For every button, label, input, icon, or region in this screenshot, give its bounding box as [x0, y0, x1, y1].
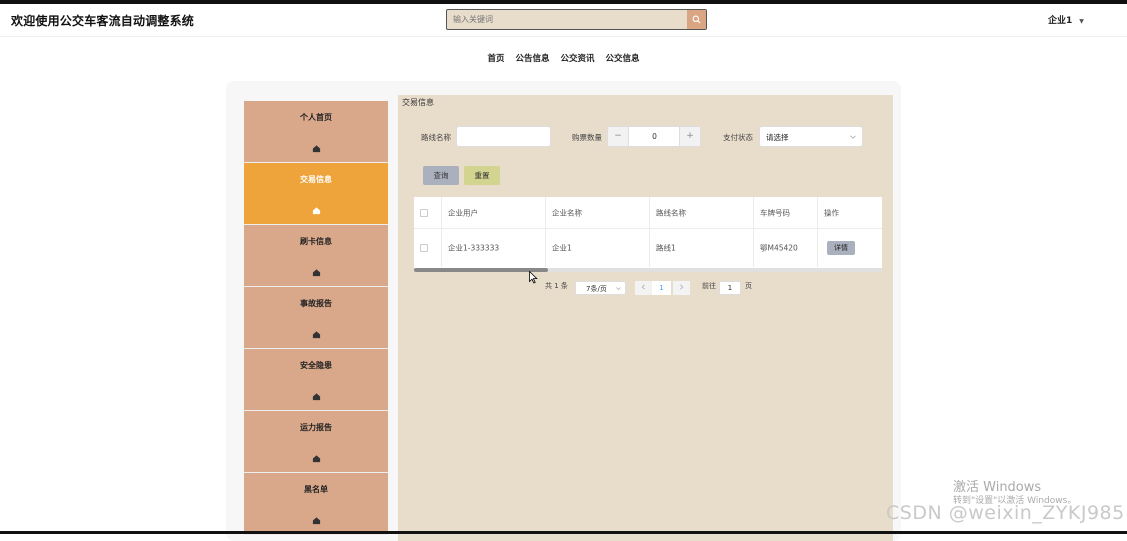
ticket-count-stepper: − 0 +	[607, 126, 701, 147]
site-title: 欢迎使用公交车客流自动调整系统	[11, 14, 195, 28]
search-button[interactable]	[687, 10, 706, 29]
header-cell: 企业用户	[442, 197, 546, 228]
sidebar-item-transactions[interactable]: 交易信息	[244, 163, 388, 225]
header-cell: 操作	[818, 197, 882, 228]
sidebar-item-blacklist[interactable]: 黑名单	[244, 473, 388, 535]
sidebar-item-label: 运力报告	[300, 423, 332, 432]
sidebar: 个人首页 交易信息 刷卡信息 事故报告 安全隐患 运力报告 黑名单	[244, 101, 388, 541]
cell-plate: 鄂M45420	[760, 243, 798, 253]
select-all-checkbox[interactable]	[420, 208, 428, 217]
page-size-select[interactable]: 7条/页	[575, 281, 626, 295]
user-name: 企业1	[1048, 16, 1073, 26]
page-size-value: 7条/页	[586, 285, 607, 293]
row-checkbox-cell	[414, 229, 442, 267]
nav-bus-news[interactable]: 公交资讯	[560, 54, 594, 64]
sidebar-item-label: 事故报告	[300, 299, 332, 308]
payment-status-label: 支付状态	[723, 133, 753, 142]
sidebar-item-label: 交易信息	[300, 175, 332, 184]
column-header: 操作	[824, 208, 839, 217]
search-icon	[692, 15, 701, 24]
cell-user: 企业1-333333	[448, 243, 500, 253]
cell-company: 企业1	[552, 243, 572, 253]
sidebar-item-label: 刷卡信息	[300, 237, 332, 246]
table-row: 企业1-333333 企业1 路线1 鄂M45420 详情	[414, 229, 882, 267]
page-number-current[interactable]: 1	[652, 281, 671, 295]
header-cell: 企业名称	[546, 197, 650, 228]
home-icon	[312, 269, 321, 277]
row-checkbox[interactable]	[420, 244, 428, 252]
table-header-row: 企业用户 企业名称 路线名称 车牌号码 操作	[414, 197, 882, 229]
column-header: 路线名称	[656, 208, 686, 217]
sidebar-item-card-swipes[interactable]: 刷卡信息	[244, 225, 388, 287]
page-title: 交易信息	[402, 98, 434, 107]
pagination-total: 共 1 条	[545, 282, 568, 290]
header: 欢迎使用公交车客流自动调整系统 企业1 ▼	[0, 4, 1127, 37]
page-suffix: 页	[745, 282, 752, 290]
ticket-count-label: 购票数量	[572, 133, 602, 142]
sidebar-item-accident-reports[interactable]: 事故报告	[244, 287, 388, 349]
decrement-button[interactable]: −	[608, 127, 629, 146]
header-cell: 路线名称	[650, 197, 754, 228]
column-header: 企业名称	[552, 208, 582, 217]
home-icon	[312, 145, 321, 153]
ticket-count-value[interactable]: 0	[629, 127, 680, 146]
user-menu[interactable]: 企业1 ▼	[1048, 13, 1084, 26]
search-box	[446, 9, 707, 30]
prev-page-button[interactable]	[635, 281, 652, 295]
data-table: 企业用户 企业名称 路线名称 车牌号码 操作 企业1-333333 企业1 路线…	[414, 197, 882, 268]
home-icon	[312, 393, 321, 401]
home-icon	[312, 455, 321, 463]
search-input[interactable]	[447, 10, 687, 29]
sidebar-item-label: 个人首页	[300, 113, 332, 122]
chevron-down-icon	[850, 135, 856, 139]
detail-button[interactable]: 详情	[827, 241, 855, 255]
route-name-label: 路线名称	[421, 133, 451, 142]
payment-status-value: 请选择	[766, 133, 789, 142]
nav-home[interactable]: 首页	[488, 54, 505, 64]
route-name-input[interactable]	[456, 126, 551, 147]
reset-button[interactable]: 重置	[464, 166, 500, 185]
sidebar-item-label: 黑名单	[304, 485, 328, 494]
table-scrollbar[interactable]	[414, 268, 882, 272]
next-page-button[interactable]	[673, 281, 690, 295]
column-header: 企业用户	[448, 208, 478, 217]
header-checkbox-cell	[414, 197, 442, 228]
query-button[interactable]: 查询	[423, 166, 459, 185]
column-header: 车牌号码	[760, 208, 790, 217]
home-icon	[312, 207, 321, 215]
csdn-watermark: CSDN @weixin_ZYKJ985	[886, 502, 1125, 524]
table-cell: 详情	[818, 229, 882, 267]
scrollbar-thumb[interactable]	[414, 268, 548, 272]
chevron-right-icon	[680, 284, 684, 290]
chevron-down-icon	[616, 287, 621, 290]
sidebar-item-capacity-reports[interactable]: 运力报告	[244, 411, 388, 473]
main-nav: 首页 公告信息 公交资讯 公交信息	[0, 52, 1127, 64]
goto-label: 前往	[702, 282, 716, 290]
home-icon	[312, 331, 321, 339]
table-cell: 企业1	[546, 229, 650, 267]
sidebar-item-home[interactable]: 个人首页	[244, 101, 388, 163]
table-cell: 企业1-333333	[442, 229, 546, 267]
main-content: 交易信息	[398, 95, 893, 541]
nav-bus-info[interactable]: 公交信息	[605, 54, 639, 64]
payment-status-select[interactable]: 请选择	[759, 126, 863, 147]
mouse-cursor-icon	[529, 271, 538, 284]
caret-down-icon: ▼	[1079, 18, 1084, 25]
table-cell: 鄂M45420	[754, 229, 818, 267]
nav-announcements[interactable]: 公告信息	[516, 54, 550, 64]
goto-page-input[interactable]: 1	[719, 281, 741, 295]
cell-route: 路线1	[656, 243, 676, 253]
table-cell: 路线1	[650, 229, 754, 267]
sidebar-item-label: 安全隐患	[300, 361, 332, 370]
home-icon	[312, 517, 321, 525]
header-cell: 车牌号码	[754, 197, 818, 228]
increment-button[interactable]: +	[679, 127, 700, 146]
chevron-left-icon	[641, 284, 645, 290]
sidebar-item-safety-hazards[interactable]: 安全隐患	[244, 349, 388, 411]
